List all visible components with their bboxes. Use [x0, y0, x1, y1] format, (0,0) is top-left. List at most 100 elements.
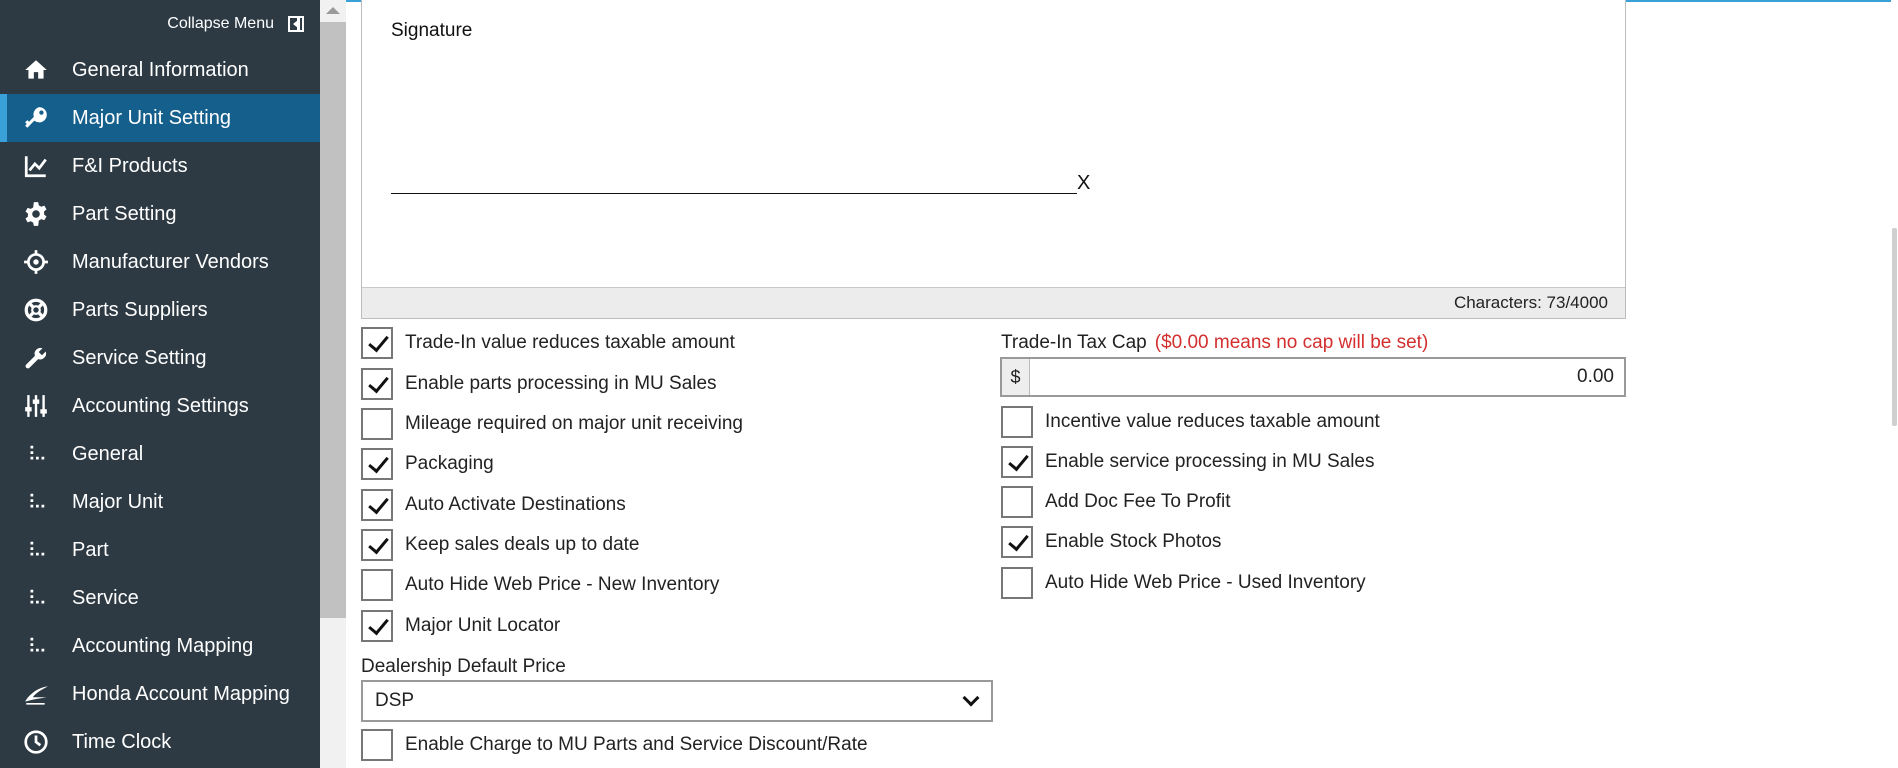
checkbox[interactable] — [1001, 526, 1033, 558]
sidebar-item-accounting-settings[interactable]: Accounting Settings — [0, 382, 320, 430]
checkbox[interactable] — [361, 448, 393, 480]
sidebar-item-general-information[interactable]: General Information — [0, 46, 320, 94]
sidebar-item-label: Parts Suppliers — [72, 298, 208, 321]
checkbox-packaging[interactable]: Packaging — [361, 447, 494, 481]
sidebar-item-label: General — [72, 442, 144, 465]
tax-cap-input[interactable] — [1030, 359, 1624, 395]
checkbox-enable-parts-processing[interactable]: Enable parts processing in MU Sales — [361, 367, 717, 401]
home-icon — [22, 56, 50, 84]
checkbox-auto-hide-web-price-new[interactable]: Auto Hide Web Price - New Inventory — [361, 568, 719, 602]
checkbox[interactable] — [361, 610, 393, 642]
checkbox-major-unit-locator[interactable]: Major Unit Locator — [361, 609, 560, 643]
collapse-menu-button[interactable]: Collapse Menu — [167, 11, 304, 37]
sub-list-icon — [22, 440, 50, 468]
checkbox-label: Add Doc Fee To Profit — [1045, 491, 1231, 512]
sub-list-icon — [22, 632, 50, 660]
checkbox-label: Enable Stock Photos — [1045, 531, 1222, 552]
page-scrollbar-thumb[interactable] — [1892, 228, 1897, 426]
checkbox-label: Mileage required on major unit receiving — [405, 413, 743, 434]
checkbox-enable-charge-discount[interactable]: Enable Charge to MU Parts and Service Di… — [361, 728, 868, 762]
key-icon — [22, 104, 50, 132]
sidebar-item-label: Part Setting — [72, 202, 177, 225]
checkbox-label: Major Unit Locator — [405, 615, 561, 636]
dealership-default-price-select[interactable]: DSP — [361, 680, 993, 722]
checkbox-incentive-reduces-taxable[interactable]: Incentive value reduces taxable amount — [1001, 405, 1380, 439]
checkbox-trade-in-reduces-taxable[interactable]: Trade-In value reduces taxable amount — [361, 326, 735, 360]
sidebar-item-label: Honda Account Mapping — [72, 682, 290, 705]
sidebar-item-general[interactable]: General — [0, 430, 320, 478]
sidebar-item-time-clock[interactable]: Time Clock — [0, 718, 320, 766]
checkbox-auto-hide-web-price-used[interactable]: Auto Hide Web Price - Used Inventory — [1001, 566, 1366, 600]
checkbox[interactable] — [1001, 406, 1033, 438]
sidebar-item-part[interactable]: Part — [0, 526, 320, 574]
checkbox-label: Incentive value reduces taxable amount — [1045, 411, 1380, 432]
sidebar-item-label: Manufacturer Vendors — [72, 250, 269, 273]
sliders-icon — [22, 392, 50, 420]
trade-in-tax-cap-field[interactable]: $ — [1000, 357, 1626, 397]
checkbox-enable-service-processing[interactable]: Enable service processing in MU Sales — [1001, 445, 1375, 479]
clock-icon — [22, 728, 50, 756]
checkbox[interactable] — [1001, 486, 1033, 518]
sidebar-item-manufacturer-vendors[interactable]: Manufacturer Vendors — [0, 238, 320, 286]
scroll-up-arrow-icon[interactable] — [326, 7, 340, 14]
checkbox-label: Trade-In value reduces taxable amount — [405, 332, 735, 353]
currency-prefix: $ — [1002, 359, 1030, 395]
checkbox[interactable] — [1001, 446, 1033, 478]
checkbox-add-doc-fee[interactable]: Add Doc Fee To Profit — [1001, 485, 1231, 519]
checkbox[interactable] — [361, 489, 393, 521]
checkbox-mileage-required[interactable]: Mileage required on major unit receiving — [361, 407, 743, 441]
sidebar-item-label: Major Unit — [72, 490, 164, 513]
vertical-scrollbar[interactable] — [320, 0, 346, 768]
sidebar-item-accounting-mapping[interactable]: Accounting Mapping — [0, 622, 320, 670]
checkbox-label: Auto Hide Web Price - New Inventory — [405, 574, 720, 595]
sidebar: Collapse Menu General Information Major … — [0, 0, 320, 768]
signature-x-mark: X — [1077, 172, 1091, 194]
sidebar-item-service-setting[interactable]: Service Setting — [0, 334, 320, 382]
signature-editor[interactable]: Signature X Characters: 73/4000 — [361, 0, 1626, 319]
line-chart-icon — [22, 152, 50, 180]
sidebar-item-parts-suppliers[interactable]: Parts Suppliers — [0, 286, 320, 334]
checkbox[interactable] — [361, 368, 393, 400]
collapse-icon — [288, 16, 304, 32]
checkbox[interactable] — [361, 408, 393, 440]
honda-wing-icon — [22, 680, 50, 708]
sidebar-item-major-unit[interactable]: Major Unit — [0, 478, 320, 526]
checkbox-auto-activate-destinations[interactable]: Auto Activate Destinations — [361, 488, 626, 522]
sidebar-item-service[interactable]: Service — [0, 574, 320, 622]
checkbox-enable-stock-photos[interactable]: Enable Stock Photos — [1001, 525, 1221, 559]
sidebar-item-major-unit-setting[interactable]: Major Unit Setting — [0, 94, 320, 142]
page-scrollbar[interactable] — [1891, 0, 1898, 768]
sidebar-item-part-setting[interactable]: Part Setting — [0, 190, 320, 238]
sidebar-item-label: General Information — [72, 58, 249, 81]
sidebar-item-label: Part — [72, 538, 109, 561]
checkbox-label: Enable parts processing in MU Sales — [405, 373, 717, 394]
sidebar-item-honda-account-mapping[interactable]: Honda Account Mapping — [0, 670, 320, 718]
checkbox-label: Enable service processing in MU Sales — [1045, 451, 1375, 472]
checkbox-label: Packaging — [405, 453, 494, 474]
sidebar-item-fi-products[interactable]: F&I Products — [0, 142, 320, 190]
sidebar-item-label: F&I Products — [72, 154, 188, 177]
checkbox-keep-sales-deals[interactable]: Keep sales deals up to date — [361, 528, 640, 562]
character-count: Characters: 73/4000 — [1453, 293, 1608, 312]
checkbox-label: Auto Activate Destinations — [405, 494, 626, 515]
scrollbar-thumb[interactable] — [320, 22, 346, 618]
trade-in-tax-cap-label: Trade-In Tax Cap ($0.00 means no cap will… — [1001, 332, 1428, 354]
sidebar-item-label: Time Clock — [72, 730, 172, 753]
checkbox[interactable] — [361, 529, 393, 561]
wrench-icon — [22, 344, 50, 372]
checkbox-label: Enable Charge to MU Parts and Service Di… — [405, 734, 868, 755]
dealership-default-price-label: Dealership Default Price — [361, 656, 566, 677]
sidebar-item-label: Accounting Mapping — [72, 634, 254, 657]
checkbox-label: Keep sales deals up to date — [405, 534, 640, 555]
crosshair-icon — [22, 248, 50, 276]
collapse-menu-label: Collapse Menu — [167, 15, 274, 32]
sidebar-item-label: Service — [72, 586, 139, 609]
checkbox[interactable] — [361, 569, 393, 601]
checkbox[interactable] — [1001, 567, 1033, 599]
checkbox[interactable] — [361, 729, 393, 761]
sidebar-item-label: Service Setting — [72, 346, 207, 369]
checkbox[interactable] — [361, 327, 393, 359]
signature-title: Signature — [391, 20, 473, 41]
gear-icon — [22, 200, 50, 228]
tax-cap-title: Trade-In Tax Cap — [1001, 332, 1147, 353]
